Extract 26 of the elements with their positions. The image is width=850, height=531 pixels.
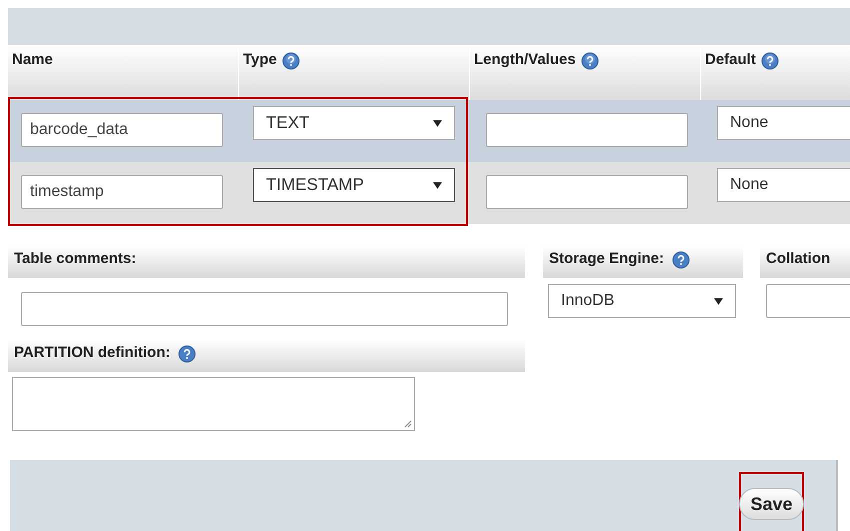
type-dropdown[interactable]: TEXT bbox=[253, 106, 455, 140]
name-field[interactable]: timestamp bbox=[21, 175, 223, 209]
caret-icon bbox=[433, 182, 442, 188]
partition-textarea[interactable] bbox=[12, 377, 415, 431]
caret-icon bbox=[714, 298, 723, 304]
help-icon[interactable] bbox=[282, 52, 300, 70]
default-dropdown[interactable]: None bbox=[717, 106, 850, 140]
collation-field[interactable] bbox=[766, 284, 850, 318]
engine-dropdown[interactable]: InnoDB bbox=[548, 284, 736, 318]
resize-grip-icon[interactable] bbox=[404, 420, 412, 428]
help-icon[interactable] bbox=[760, 52, 779, 70]
length-field[interactable] bbox=[486, 175, 688, 209]
save-button[interactable]: Save bbox=[739, 488, 804, 520]
type-dropdown[interactable]: TIMESTAMP bbox=[253, 168, 455, 202]
comments-field[interactable] bbox=[21, 292, 508, 326]
section-header: Collation bbox=[760, 246, 850, 278]
help-icon[interactable] bbox=[580, 52, 599, 70]
default-dropdown[interactable]: None bbox=[717, 168, 850, 202]
caret-icon bbox=[433, 120, 442, 126]
help-icon[interactable] bbox=[672, 251, 690, 269]
section-header: Storage Engine: bbox=[543, 246, 743, 278]
help-icon[interactable] bbox=[178, 345, 196, 363]
section-header: PARTITION definition: bbox=[8, 340, 525, 372]
name-field[interactable]: barcode_data bbox=[21, 113, 223, 147]
section-header: Table comments: bbox=[8, 246, 525, 278]
length-field[interactable] bbox=[486, 113, 688, 147]
